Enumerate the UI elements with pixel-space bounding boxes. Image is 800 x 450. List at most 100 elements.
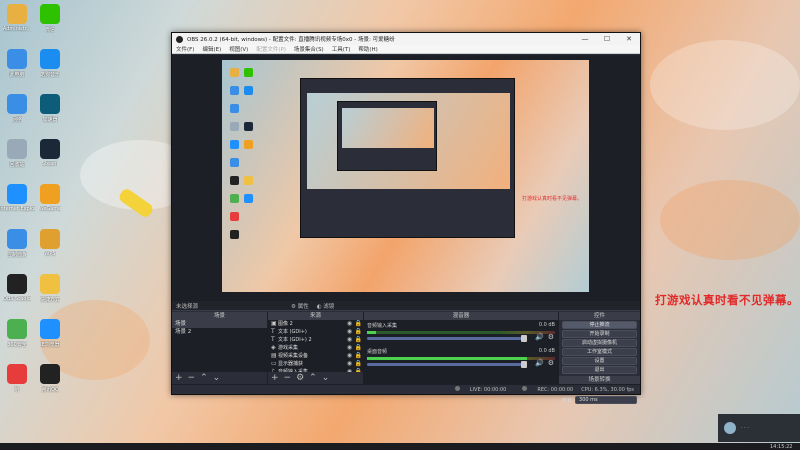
move-down-icon[interactable]: ⌄ [322, 373, 330, 383]
lock-icon[interactable]: 🔒 [354, 344, 363, 352]
notification-popup[interactable]: · · · [718, 414, 800, 442]
scene-item[interactable]: 场景 [172, 320, 267, 328]
menu-view[interactable]: 视图(V) [229, 45, 248, 53]
source-item[interactable]: T 文本 (GDI+) ◉ 🔒 [268, 328, 363, 336]
speaker-icon[interactable]: 🔊 [535, 359, 544, 367]
nested-preview-message: 打游戏认真时看不见弹幕。 [522, 196, 583, 202]
preview-canvas[interactable]: 打游戏认真时看不见弹幕。 [222, 60, 589, 292]
remove-icon[interactable]: − [188, 373, 196, 383]
menu-profile[interactable]: 配置文件(P) [256, 45, 286, 53]
visibility-icon[interactable]: ◉ [345, 352, 354, 360]
speaker-icon[interactable]: 🔊 [535, 333, 544, 341]
visibility-icon[interactable]: ◉ [345, 328, 354, 336]
desktop-shortcut[interactable]: 网络 [2, 94, 32, 123]
sources-toolbar: + − ⚙ ⌃ ⌄ [268, 372, 363, 384]
desktop-shortcut[interactable]: OBS Studio [2, 274, 32, 302]
mixer-channel: 音频输入采集 0.0 dB 🔊 ⚙ [364, 320, 558, 342]
lock-icon[interactable]: 🔒 [354, 360, 363, 368]
stop-streaming-button[interactable]: 停止推流 [562, 321, 637, 329]
start-virtual-camera-button[interactable]: 启动虚拟摄像机 [562, 339, 637, 347]
lock-icon[interactable]: 🔒 [354, 320, 363, 328]
gear-icon[interactable]: ⚙ [296, 373, 304, 383]
source-item[interactable]: ▭ 显示器捕获 ◉ 🔒 [268, 360, 363, 368]
desktop-shortcut-label: 微信 [44, 27, 55, 33]
desktop-shortcut[interactable]: WPS [35, 229, 65, 257]
visibility-icon[interactable]: ◉ [345, 320, 354, 328]
maximize-icon[interactable]: ☐ [596, 35, 618, 43]
desktop-shortcut[interactable]: 微信 [35, 4, 65, 33]
visibility-icon[interactable]: ◉ [345, 360, 354, 368]
desktop-shortcut[interactable]: 回收站 [2, 139, 32, 168]
desktop-shortcut[interactable]: 听 [2, 364, 32, 393]
source-item[interactable]: ▤ 视频采集设备 ◉ 🔒 [268, 352, 363, 360]
taskbar [0, 443, 800, 450]
wallpaper-cloud [660, 180, 800, 260]
source-item[interactable]: ◈ 游戏采集 ◉ 🔒 [268, 344, 363, 352]
volume-slider[interactable] [367, 361, 527, 368]
lock-icon[interactable]: 🔒 [354, 336, 363, 344]
gear-icon[interactable]: ⚙ [548, 333, 554, 341]
desktop-shortcut[interactable]: 酷狗音乐 [35, 49, 65, 78]
nested-desktop-icon [244, 194, 253, 203]
desktop-shortcut[interactable]: 快捷方式 [35, 274, 65, 303]
settings-button[interactable]: 设置 [562, 357, 637, 365]
add-icon[interactable]: + [271, 373, 279, 383]
obs-window: OBS 26.0.2 (64-bit, windows) - 配置文件: 直播腾… [171, 32, 641, 404]
live-indicator-icon [454, 386, 460, 391]
studio-mode-button[interactable]: 工作室模式 [562, 348, 637, 356]
desktop-shortcut[interactable]: WeGame [35, 184, 65, 212]
source-name: 图像 2 [278, 321, 293, 327]
gear-icon[interactable]: ⚙ [548, 359, 554, 367]
menu-help[interactable]: 帮助(H) [358, 45, 377, 53]
lock-icon[interactable]: 🔒 [354, 328, 363, 336]
menu-file[interactable]: 文件(F) [176, 45, 194, 53]
visibility-icon[interactable]: ◉ [345, 336, 354, 344]
close-icon[interactable]: ✕ [618, 35, 640, 43]
nested-desktop-icon [244, 140, 253, 149]
desktop-shortcut[interactable]: Internet Explorer [0, 184, 35, 212]
move-up-icon[interactable]: ⌃ [309, 373, 317, 383]
slider-knob[interactable] [521, 361, 527, 368]
game-capture-icon: ◈ [271, 344, 276, 351]
slider-knob[interactable] [521, 335, 527, 342]
security-360-icon [7, 319, 27, 339]
duration-input[interactable]: 300 ms [575, 396, 637, 404]
scene-item[interactable]: 场景 2 [172, 328, 267, 336]
source-item[interactable]: ▣ 图像 2 ◉ 🔒 [268, 320, 363, 328]
desktop-shortcut[interactable]: 加速器 [35, 94, 65, 123]
add-icon[interactable]: + [175, 373, 183, 383]
taskbar-clock: 14:15:22 [770, 444, 793, 450]
menu-scene-collection[interactable]: 场景集合(S) [294, 45, 324, 53]
move-up-icon[interactable]: ⌃ [200, 373, 208, 383]
minimize-icon[interactable]: — [574, 35, 596, 43]
desktop-shortcut[interactable]: Steam [35, 139, 65, 167]
desktop-shortcut-label: Administr... [2, 26, 32, 32]
exit-button[interactable]: 退出 [562, 366, 637, 374]
desktop-shortcut[interactable]: 此电脑 [2, 49, 32, 78]
source-item[interactable]: T 文本 (GDI+) 2 ◉ 🔒 [268, 336, 363, 344]
properties-button[interactable]: ⚙ 属性 [291, 302, 309, 310]
visibility-icon[interactable]: ◉ [345, 344, 354, 352]
desktop-shortcut-label: 此电脑 [9, 72, 25, 78]
preview-area[interactable]: 打游戏认真时看不见弹幕。 [172, 55, 640, 301]
filters-button[interactable]: ◐ 滤镜 [317, 302, 335, 310]
title-bar[interactable]: OBS 26.0.2 (64-bit, windows) - 配置文件: 直播腾… [172, 33, 640, 45]
volume-slider[interactable] [367, 335, 527, 342]
menu-edit[interactable]: 编辑(E) [202, 45, 221, 53]
source-name: 视频采集设备 [278, 353, 309, 359]
controls-dock: 控件 停止推流 开始录制 启动虚拟摄像机 工作室模式 设置 退出 场景转换 淡出… [559, 312, 640, 404]
lock-icon[interactable]: 🔒 [354, 352, 363, 360]
desktop-shortcut[interactable]: 控制面板 [2, 229, 32, 258]
desktop-shortcut[interactable]: 360安全 [2, 319, 32, 348]
computer-icon [7, 49, 27, 69]
menu-tools[interactable]: 工具(T) [332, 45, 351, 53]
wps-icon [40, 229, 60, 249]
move-down-icon[interactable]: ⌄ [213, 373, 221, 383]
shortcut-icon [40, 274, 60, 294]
desktop-shortcut[interactable]: 腾讯QQ [35, 364, 65, 393]
remove-icon[interactable]: − [284, 373, 292, 383]
meter-fill [367, 331, 377, 334]
desktop-shortcut[interactable]: IE浏览器 [35, 319, 65, 348]
desktop-shortcut[interactable]: Administr... [2, 4, 32, 32]
start-recording-button[interactable]: 开始录制 [562, 330, 637, 338]
